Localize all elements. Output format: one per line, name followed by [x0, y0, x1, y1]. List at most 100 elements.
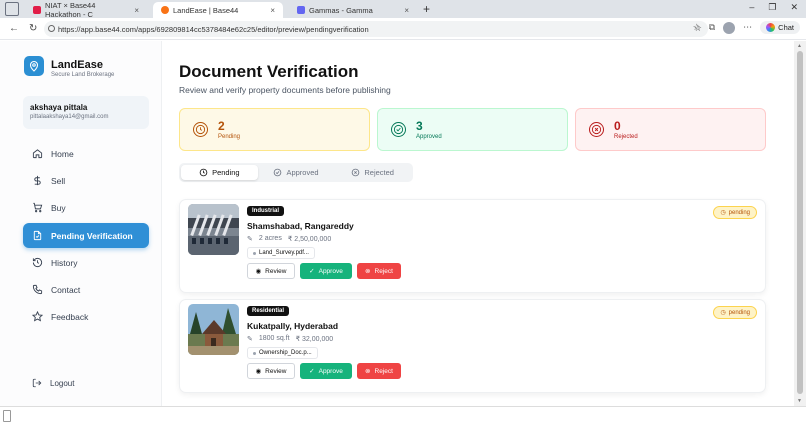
tab-label: Approved: [286, 168, 319, 177]
brand-name: LandEase: [51, 59, 103, 71]
collections-icon[interactable]: ⧉: [709, 22, 715, 33]
scrollbar-thumb[interactable]: [797, 51, 803, 394]
new-tab-icon[interactable]: +: [423, 2, 430, 16]
property-photo-industrial[interactable]: [188, 204, 239, 255]
reload-icon[interactable]: ↻: [29, 23, 37, 34]
sidebar-item-home[interactable]: Home: [23, 141, 149, 166]
sidebar-item-label: Contact: [51, 284, 81, 295]
more-menu-icon[interactable]: ⋯: [743, 22, 752, 33]
document-chip[interactable]: Land_Survey.pdf...: [247, 247, 315, 259]
document-chip[interactable]: Ownership_Doc.p...: [247, 347, 318, 359]
sidebar-item-contact[interactable]: Contact: [23, 277, 149, 302]
sidebar-item-feedback[interactable]: Feedback: [23, 304, 149, 329]
page-scrollbar[interactable]: ▲ ▼: [794, 41, 806, 406]
cart-icon: [33, 202, 43, 213]
url-field[interactable]: https://app.base44.com/apps/692809814cc5…: [44, 21, 708, 37]
main-content: Document Verification Review and verify …: [178, 41, 768, 406]
profile-avatar[interactable]: [723, 21, 736, 34]
page-title: Document Verification: [179, 62, 359, 81]
base44-favicon-icon: [161, 6, 169, 14]
tab-rejected[interactable]: Rejected: [334, 165, 411, 180]
user-card: akshaya pittala pittalaakshaya14@gmail.c…: [23, 96, 149, 129]
logo-icon: [24, 56, 44, 76]
close-window-icon[interactable]: ✕: [790, 2, 798, 13]
close-tab-icon[interactable]: ×: [404, 6, 409, 15]
document-name: Ownership_Doc.p...: [259, 350, 312, 356]
review-button[interactable]: ◉ Review: [247, 363, 295, 379]
site-info-icon[interactable]: [48, 25, 55, 32]
sidebar-item-label: History: [51, 257, 78, 268]
property-type-badge: Residential: [247, 306, 290, 316]
copilot-chat-button[interactable]: Chat: [760, 21, 800, 34]
tab-label: Rejected: [364, 168, 394, 177]
logout-button[interactable]: Logout: [32, 378, 74, 388]
tab-title: LandEase | Base44: [173, 5, 239, 15]
check-circle-icon: ✓: [309, 268, 315, 275]
review-label: Review: [265, 367, 287, 375]
document-name: Land_Survey.pdf...: [259, 250, 309, 256]
tab-title: Gammas - Gamma: [309, 5, 373, 15]
stat-value: 3: [416, 118, 423, 133]
dollar-icon: [34, 175, 41, 186]
tab-actions-icon[interactable]: [5, 2, 19, 16]
pending-stat-card: 2 Pending: [179, 108, 370, 151]
check-circle-icon: ✓: [309, 368, 315, 375]
minimize-icon[interactable]: –: [749, 2, 754, 13]
browser-tab-niat[interactable]: NIAT × Base44 Hackathon - C ×: [25, 1, 147, 19]
stat-label: Pending: [218, 133, 241, 140]
close-tab-icon[interactable]: ×: [270, 6, 275, 15]
tab-title: NIAT × Base44 Hackathon - C: [45, 1, 96, 19]
property-location: Kukatpally, Hyderabad: [247, 321, 339, 331]
brand-tagline: Secure Land Brokerage: [51, 72, 115, 78]
sidebar-item-label: Home: [51, 148, 74, 159]
copilot-icon: [766, 23, 776, 32]
property-card: Industrial Shamshabad, Rangareddy ✎ 2 ac…: [179, 199, 766, 293]
approved-stat-card: 3 Approved: [377, 108, 568, 151]
stat-label: Rejected: [614, 133, 638, 140]
sidebar-item-label: Feedback: [51, 311, 89, 322]
sidebar-item-buy[interactable]: Buy: [23, 195, 149, 220]
property-size: 1800 sq.ft: [258, 335, 290, 342]
scroll-down-icon[interactable]: ▼: [797, 398, 802, 404]
tab-approved[interactable]: Approved: [258, 165, 335, 180]
eye-icon: ◉: [255, 368, 262, 375]
stat-value: 2: [218, 118, 225, 133]
x-circle-icon: ⊗: [365, 268, 371, 275]
restore-icon[interactable]: ❐: [768, 2, 776, 13]
approve-label: Approve: [318, 367, 343, 375]
browser-tab-gamma[interactable]: Gammas - Gamma ×: [289, 2, 417, 18]
scroll-up-icon[interactable]: ▲: [797, 43, 802, 49]
user-email: pittalaakshaya14@gmail.com: [30, 114, 109, 120]
property-location: Shamshabad, Rangareddy: [247, 221, 354, 231]
close-tab-icon[interactable]: ×: [134, 6, 139, 15]
reject-button[interactable]: ⊗ Reject: [357, 363, 401, 379]
property-price: ₹ 32,00,000: [295, 336, 334, 343]
sidebar-item-history[interactable]: History: [23, 250, 149, 275]
sidebar-item-pending-verification[interactable]: Pending Verification: [23, 223, 149, 248]
rejected-stat-card: 0 Rejected: [575, 108, 766, 151]
broken-image-icon: [3, 410, 11, 422]
reject-button[interactable]: ⊗ Reject: [357, 263, 401, 279]
status-filter-tabs: Pending Approved Rejected: [179, 163, 413, 182]
status-badge: ◷ pending: [713, 206, 757, 219]
window-controls: – ❐ ✕: [749, 2, 798, 13]
tab-pending[interactable]: Pending: [181, 165, 258, 180]
logout-label: Logout: [50, 378, 75, 388]
area-icon: ✎: [247, 236, 253, 243]
area-icon: ✎: [247, 336, 253, 343]
back-icon[interactable]: ←: [9, 23, 19, 34]
approve-button[interactable]: ✓ Approve: [300, 263, 352, 279]
browser-tab-strip: NIAT × Base44 Hackathon - C × LandEase |…: [0, 0, 806, 19]
property-photo-residential[interactable]: [188, 304, 239, 355]
star-icon: [32, 311, 43, 322]
favorites-icon[interactable]: ☆: [693, 22, 701, 33]
approve-button[interactable]: ✓ Approve: [300, 363, 352, 379]
sidebar-item-sell[interactable]: Sell: [23, 168, 149, 193]
review-button[interactable]: ◉ Review: [247, 263, 295, 279]
review-label: Review: [265, 267, 287, 275]
clock-icon: [193, 122, 208, 137]
browser-tab-landease[interactable]: LandEase | Base44 ×: [153, 2, 283, 18]
status-text: pending: [728, 209, 750, 216]
document-bullet-icon: [253, 351, 256, 355]
address-bar-row: ← ↻ https://app.base44.com/apps/69280981…: [0, 18, 806, 40]
